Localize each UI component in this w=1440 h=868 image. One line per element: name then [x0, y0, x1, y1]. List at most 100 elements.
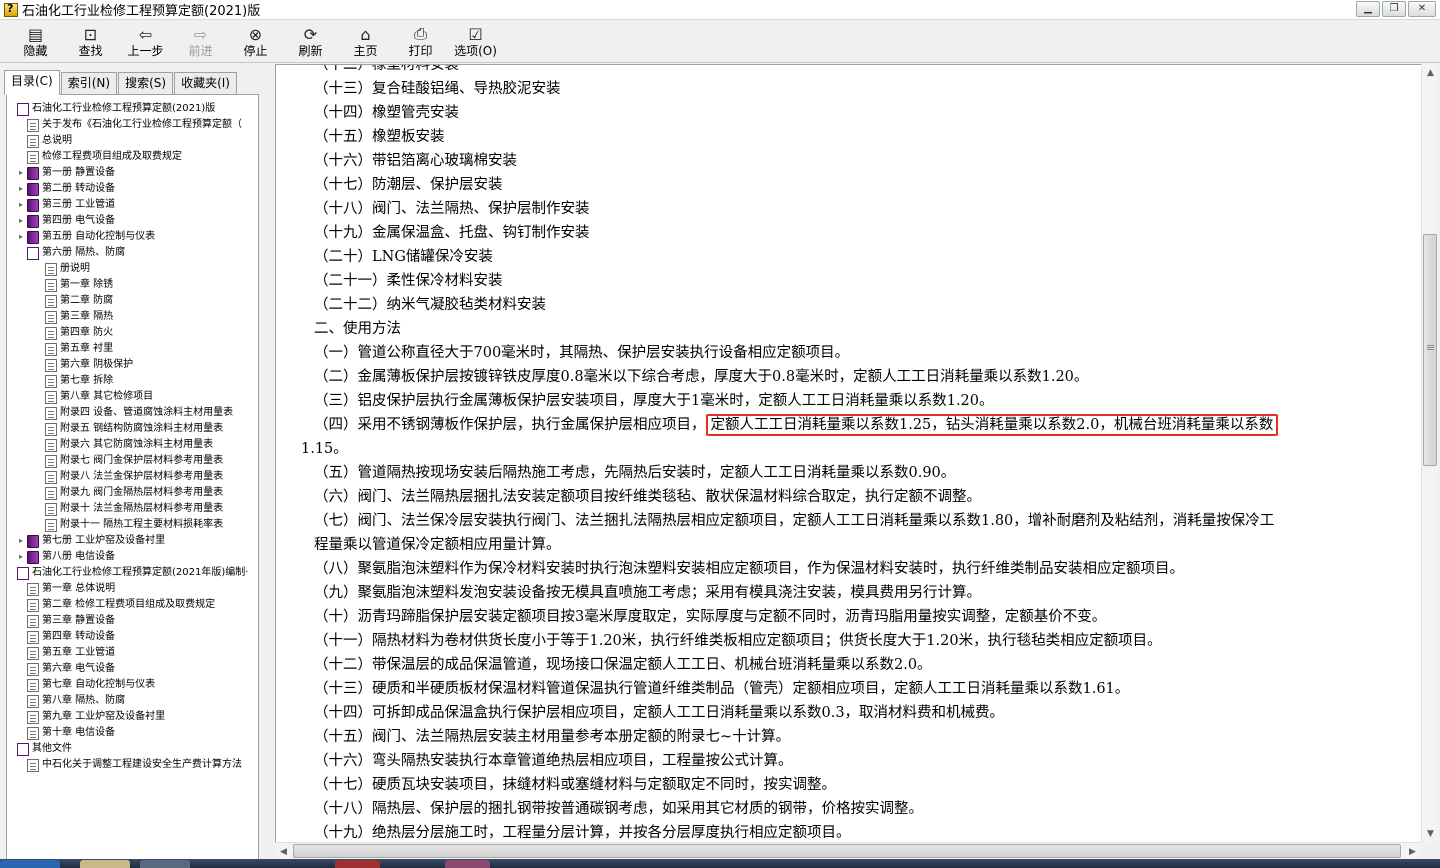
tree-item[interactable]: 第二章 防腐 [7, 293, 258, 309]
taskbar-button[interactable] [140, 860, 190, 868]
restore-button[interactable]: ❐ [1382, 1, 1406, 17]
content-line-text: （二十二）纳米气凝胶毡类材料安装 [314, 297, 546, 313]
tree-item[interactable]: 石油化工行业检修工程预算定额(2021年版)编制· [7, 565, 258, 581]
tree-item-label: 第三册 工业管道 [42, 199, 116, 210]
close-button[interactable]: ✕ [1408, 1, 1436, 17]
options-icon: ☑ [468, 24, 483, 44]
tree-item[interactable]: 第四章 转动设备 [7, 629, 258, 645]
horizontal-scrollbar[interactable]: ◀ ▶ [275, 842, 1421, 859]
start-orb-icon[interactable] [0, 860, 60, 868]
taskbar-button[interactable] [335, 860, 380, 868]
content-line-text: （十二）橡塑材料安装 [314, 64, 459, 73]
tree-item[interactable]: 第六章 阴极保护 [7, 357, 258, 373]
refresh-button[interactable]: ⟳ 刷新 [283, 21, 338, 61]
content-line: 程量乘以管道保冷定额相应用量计算。 [314, 533, 1384, 557]
tree-item[interactable]: 附录九 阀门金隔热层材料参考用量表 [7, 485, 258, 501]
content-line-text: （十六）弯头隔热安装执行本章管道绝热层相应项目，工程量按公式计算。 [314, 753, 793, 769]
tree-item[interactable]: 第九章 工业炉窑及设备衬里 [7, 709, 258, 725]
print-button[interactable]: ⎙ 打印 [393, 21, 448, 61]
tree-item[interactable]: 第三章 隔热 [7, 309, 258, 325]
tree-item[interactable]: 其他文件 [7, 741, 258, 757]
tree-item[interactable]: 附录十一 隔热工程主要材料损耗率表 [7, 517, 258, 533]
hide-button[interactable]: ▤ 隐藏 [8, 21, 63, 61]
window-title: 石油化工行业检修工程预算定额(2021)版 [22, 4, 261, 19]
content-line: （十二）橡塑材料安装 [314, 64, 1384, 77]
tree-item[interactable]: ▸ 第二册 转动设备 [7, 181, 258, 197]
tab-contents[interactable]: 目录(C) [4, 70, 60, 95]
content-line: （一）管道公称直径大于700毫米时，其隔热、保护层安装执行设备相应定额项目。 [314, 341, 1384, 365]
tree-item[interactable]: 册说明 [7, 261, 258, 277]
tree-item[interactable]: 第六册 隔热、防腐 [7, 245, 258, 261]
tree-item-label: 第八章 其它检修项目 [60, 391, 154, 402]
content-line: （十七）硬质瓦块安装项目，抹缝材料或塞缝材料与定额取定不同时，按实调整。 [314, 773, 1384, 797]
tree-item[interactable]: 石油化工行业检修工程预算定额(2021)版 [7, 101, 258, 117]
contents-tree[interactable]: 石油化工行业检修工程预算定额(2021)版 关于发布《石油化工行业检修工程预算定额… [6, 94, 259, 860]
tab-index[interactable]: 索引(N) [60, 72, 118, 94]
tree-item[interactable]: 附录七 阀门金保护层材料参考用量表 [7, 453, 258, 469]
tree-item[interactable]: ▸ 第三册 工业管道 [7, 197, 258, 213]
find-button[interactable]: ⊡ 查找 [63, 21, 118, 61]
scroll-right-arrow-icon[interactable]: ▶ [1404, 843, 1421, 860]
content-line: （四）采用不锈钢薄板作保护层，执行金属保护层相应项目， 定额人工工日消耗量乘以系数… [314, 413, 1384, 437]
tree-item[interactable]: ▸ 第四册 电气设备 [7, 213, 258, 229]
tree-item[interactable]: 第二章 检修工程费项目组成及取费规定 [7, 597, 258, 613]
tree-item[interactable]: 第一章 除锈 [7, 277, 258, 293]
tree-item[interactable]: 附录六 其它防腐蚀涂料主材用量表 [7, 437, 258, 453]
tree-item[interactable]: 检修工程费项目组成及取费规定 [7, 149, 258, 165]
page-icon [45, 406, 57, 420]
tree-item[interactable]: 第七章 自动化控制与仪表 [7, 677, 258, 693]
content-line: （十四）可拆卸成品保温盒执行保护层相应项目，定额人工工日消耗量乘以系数0.3，取… [314, 701, 1384, 725]
tree-item[interactable]: 关于发布《石油化工行业检修工程预算定额（ [7, 117, 258, 133]
tab-search[interactable]: 搜索(S) [118, 72, 174, 94]
minimize-button[interactable]: ▁ [1356, 1, 1380, 17]
tree-item[interactable]: 第三章 静置设备 [7, 613, 258, 629]
pane-splitter[interactable] [267, 64, 275, 860]
taskbar-button[interactable] [445, 860, 490, 868]
tree-item[interactable]: 第八章 其它检修项目 [7, 389, 258, 405]
tree-item[interactable]: 附录十 法兰金隔热层材料参考用量表 [7, 501, 258, 517]
forward-button[interactable]: ⇨ 前进 [173, 21, 228, 61]
tree-item[interactable]: ▸ 第一册 静置设备 [7, 165, 258, 181]
vertical-scrollbar[interactable]: ▲ ▼ [1421, 64, 1438, 842]
stop-button[interactable]: ⊗ 停止 [228, 21, 283, 61]
tree-item[interactable]: 第八章 隔热、防腐 [7, 693, 258, 709]
tree-item[interactable]: 第六章 电气设备 [7, 661, 258, 677]
tree-item-label: 其他文件 [32, 743, 72, 754]
content-line: （十五）橡塑板安装 [314, 125, 1384, 149]
page-icon [27, 150, 39, 164]
scroll-left-arrow-icon[interactable]: ◀ [275, 843, 292, 860]
tree-item[interactable]: 第十章 电信设备 [7, 725, 258, 741]
tab-favorites[interactable]: 收藏夹(I) [174, 72, 237, 94]
taskbar-button[interactable] [80, 860, 130, 868]
tree-item[interactable]: 第一章 总体说明 [7, 581, 258, 597]
nav-tabs: 目录(C) 索引(N) 搜索(S) 收藏夹(I) [4, 70, 238, 95]
book-closed-icon [27, 534, 39, 548]
content-line: （二十二）纳米气凝胶毡类材料安装 [314, 293, 1384, 317]
highlighted-text: 定额人工工日消耗量乘以系数1.25，钻头消耗量乘以系数2.0，机械台班消耗量乘以… [705, 414, 1279, 436]
tree-item[interactable]: 第四章 防火 [7, 325, 258, 341]
tree-item[interactable]: 附录八 法兰金保护层材料参考用量表 [7, 469, 258, 485]
scroll-down-arrow-icon[interactable]: ▼ [1422, 825, 1439, 842]
tree-item[interactable]: 中石化关于调整工程建设安全生产费计算方法 [7, 757, 258, 773]
vertical-scroll-thumb[interactable] [1423, 234, 1437, 466]
tree-item[interactable]: 第七章 拆除 [7, 373, 258, 389]
print-icon: ⎙ [414, 24, 427, 43]
tree-item[interactable]: 第五章 工业管道 [7, 645, 258, 661]
content-line-text: （四）采用不锈钢薄板作保护层，执行金属保护层相应项目， [314, 417, 706, 433]
horizontal-scroll-thumb[interactable] [293, 844, 1401, 858]
home-button[interactable]: ⌂ 主页 [338, 21, 393, 61]
back-button[interactable]: ⇦ 上一步 [118, 21, 173, 61]
title-bar: 石油化工行业检修工程预算定额(2021)版 ▁ ❐ ✕ [0, 0, 1440, 20]
tree-item[interactable]: ▸ 第八册 电信设备 [7, 549, 258, 565]
content-line-text: （十八）隔热层、保护层的捆扎钢带按普通碳钢考虑，如采用其它材质的钢带，价格按实调… [314, 801, 923, 817]
tree-item[interactable]: 附录四 设备、管道腐蚀涂料主材用量表 [7, 405, 258, 421]
tree-item[interactable]: 附录五 钢结构防腐蚀涂料主材用量表 [7, 421, 258, 437]
options-button[interactable]: ☑ 选项(O) [448, 21, 503, 61]
tree-item[interactable]: 第五章 衬里 [7, 341, 258, 357]
content-line: （五）管道隔热按现场安装后隔热施工考虑，先隔热后安装时，定额人工工日消耗量乘以系… [314, 461, 1384, 485]
tree-item-label: 第一章 除锈 [60, 279, 114, 290]
tree-item[interactable]: 总说明 [7, 133, 258, 149]
tree-item[interactable]: ▸ 第五册 自动化控制与仪表 [7, 229, 258, 245]
tree-item[interactable]: ▸ 第七册 工业炉窑及设备衬里 [7, 533, 258, 549]
scroll-up-arrow-icon[interactable]: ▲ [1422, 64, 1439, 81]
